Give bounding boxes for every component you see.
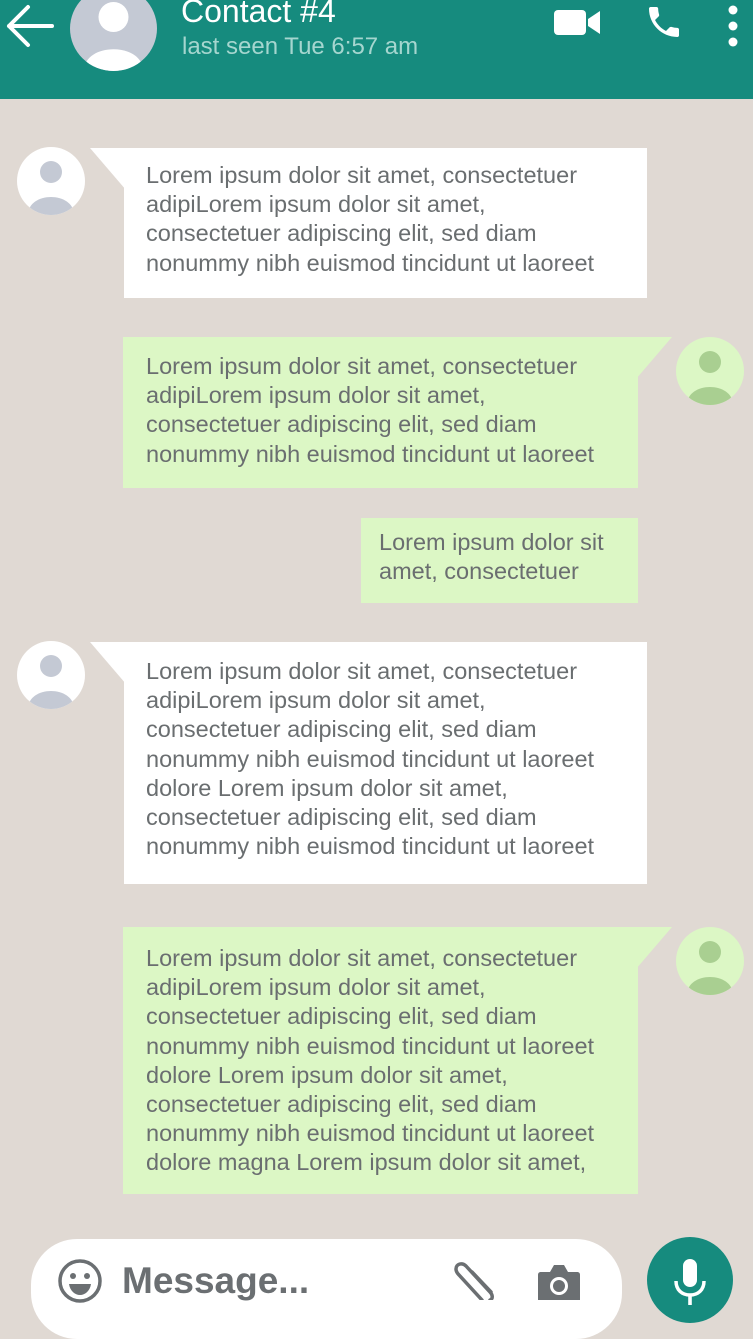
outgoing-message[interactable]: Lorem ipsum dolor sit amet, consectetuer… <box>123 927 638 1194</box>
incoming-message[interactable]: Lorem ipsum dolor sit amet, consectetuer… <box>124 148 647 298</box>
avatar-icon <box>28 161 74 215</box>
video-call-icon[interactable] <box>553 4 601 40</box>
message-composer[interactable] <box>31 1239 622 1339</box>
contact-name[interactable]: Contact #4 <box>181 0 336 30</box>
incoming-message[interactable]: Lorem ipsum dolor sit amet, consectetuer… <box>124 642 647 884</box>
sender-avatar <box>17 147 85 215</box>
more-vert-icon[interactable] <box>722 0 744 52</box>
message-input[interactable]: Message... <box>122 1260 309 1302</box>
camera-icon[interactable] <box>537 1262 581 1300</box>
contact-avatar[interactable] <box>70 0 157 71</box>
emoji-icon[interactable] <box>57 1258 103 1304</box>
attachment-icon[interactable] <box>452 1258 500 1300</box>
user-avatar <box>676 337 744 405</box>
outgoing-message[interactable]: Lorem ipsum dolor sit amet, consectetuer <box>361 518 638 603</box>
avatar-icon <box>84 2 143 71</box>
voice-record-button[interactable] <box>647 1237 733 1323</box>
back-arrow-icon[interactable] <box>2 0 56 52</box>
last-seen-status: last seen Tue 6:57 am <box>182 33 419 60</box>
sender-avatar <box>17 641 85 709</box>
bubble-tail <box>90 642 126 684</box>
chat-header: Contact #4 last seen Tue 6:57 am <box>0 0 753 99</box>
bubble-tail <box>90 148 126 190</box>
avatar-icon <box>28 655 74 709</box>
user-avatar <box>676 927 744 995</box>
outgoing-message[interactable]: Lorem ipsum dolor sit amet, consectetuer… <box>123 337 638 488</box>
bubble-tail <box>636 927 672 969</box>
avatar-icon <box>687 941 733 995</box>
microphone-icon <box>674 1259 706 1305</box>
bubble-tail <box>636 337 672 379</box>
avatar-icon <box>687 351 733 405</box>
phone-icon[interactable] <box>641 2 687 42</box>
